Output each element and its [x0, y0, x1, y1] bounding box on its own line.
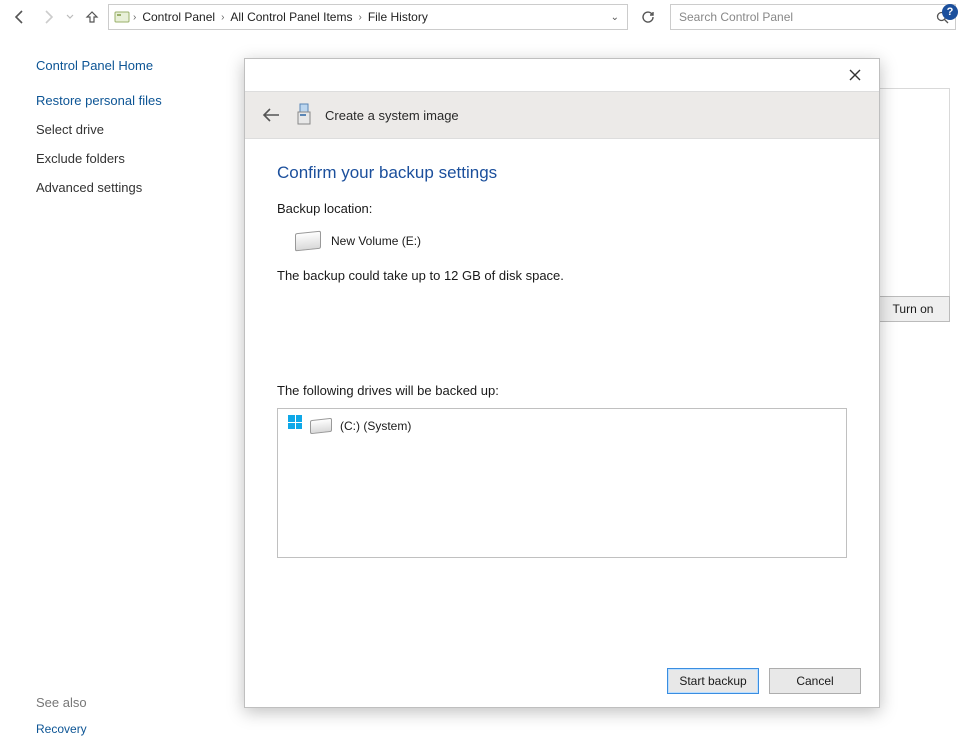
breadcrumb-item[interactable]: Control Panel [138, 10, 219, 24]
nav-forward-button [36, 5, 60, 29]
start-backup-button[interactable]: Start backup [667, 668, 759, 694]
sidebar-link-advanced-settings[interactable]: Advanced settings [36, 180, 245, 195]
search-input[interactable] [677, 9, 936, 25]
nav-up-button[interactable] [80, 5, 104, 29]
dialog-wizard-title: Create a system image [325, 108, 459, 123]
dialog-close-button[interactable] [839, 63, 871, 87]
system-image-dialog: Create a system image Confirm your backu… [244, 58, 880, 708]
turn-on-button[interactable]: Turn on [876, 296, 950, 322]
breadcrumb-item[interactable]: All Control Panel Items [226, 10, 356, 24]
chevron-down-icon[interactable]: ⌄ [607, 12, 623, 23]
sidebar-home-link[interactable]: Control Panel Home [36, 58, 245, 73]
chevron-right-icon: › [219, 12, 226, 23]
sidebar-link-restore[interactable]: Restore personal files [36, 93, 245, 108]
backup-location-label: Backup location: [277, 201, 847, 216]
drive-list-item-label: (C:) (System) [340, 419, 411, 433]
dialog-back-button[interactable] [259, 103, 283, 127]
sidebar-link-select-drive[interactable]: Select drive [36, 122, 245, 137]
drive-list[interactable]: (C:) (System) [277, 408, 847, 558]
dialog-heading: Confirm your backup settings [277, 163, 847, 183]
wizard-icon [293, 101, 315, 129]
hard-drive-icon [310, 419, 332, 433]
help-icon[interactable]: ? [942, 4, 958, 20]
address-bar[interactable]: › Control Panel › All Control Panel Item… [108, 4, 628, 30]
search-input-wrapper[interactable] [670, 4, 956, 30]
hard-drive-icon [295, 232, 321, 250]
chevron-right-icon: › [131, 12, 138, 23]
drive-list-label: The following drives will be backed up: [277, 383, 847, 398]
nav-history-dropdown[interactable] [64, 5, 76, 29]
backup-location-value: New Volume (E:) [331, 234, 421, 248]
see-also-label: See also [36, 695, 245, 710]
see-also-recovery-link[interactable]: Recovery [36, 722, 245, 736]
breadcrumb-item[interactable]: File History [364, 10, 432, 24]
nav-back-button[interactable] [8, 5, 32, 29]
control-panel-icon [113, 8, 131, 26]
sidebar-link-exclude-folders[interactable]: Exclude folders [36, 151, 245, 166]
backup-size-text: The backup could take up to 12 GB of dis… [277, 268, 847, 283]
refresh-button[interactable] [636, 5, 660, 29]
cancel-button[interactable]: Cancel [769, 668, 861, 694]
windows-logo-icon [288, 415, 302, 429]
drive-list-item[interactable]: (C:) (System) [286, 415, 838, 437]
chevron-right-icon: › [356, 12, 363, 23]
